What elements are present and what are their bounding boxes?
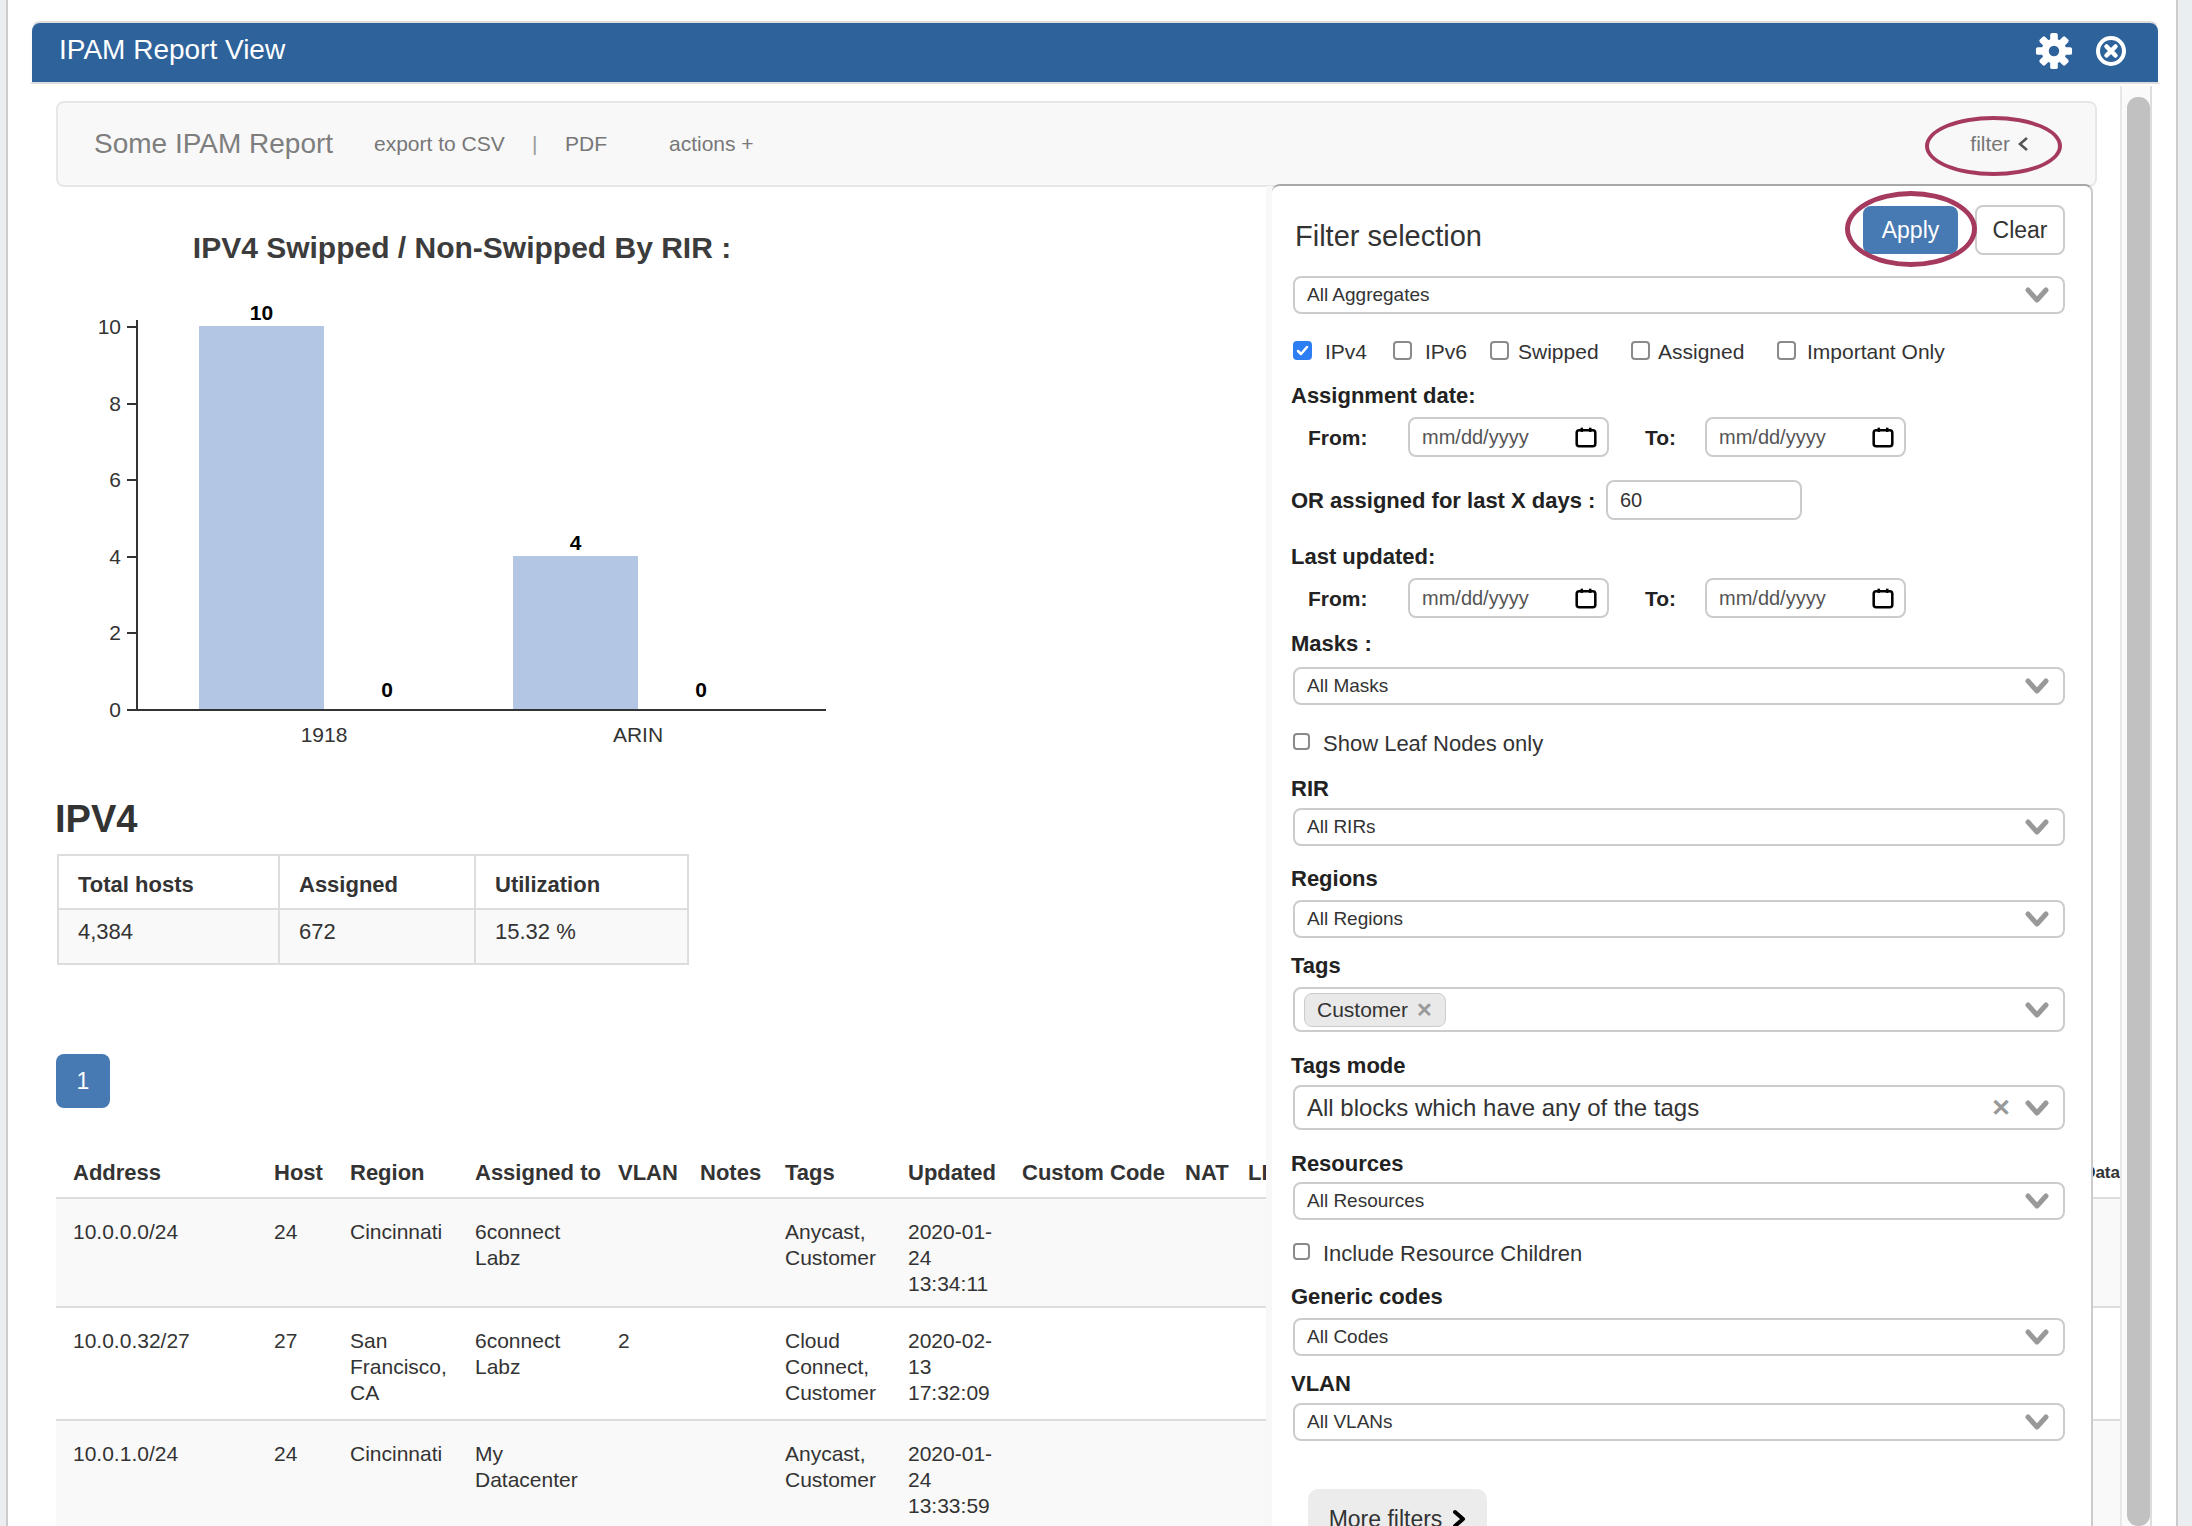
x-category-label: ARIN [578, 723, 698, 747]
y-tick [127, 556, 136, 558]
pagination-page-1[interactable]: 1 [56, 1054, 110, 1108]
y-tick [127, 709, 136, 711]
bar-1918 [199, 326, 324, 709]
y-tick [127, 632, 136, 634]
bar-value-label: 10 [232, 301, 292, 325]
table-cell: 2020-02-13 17:32:09 [908, 1328, 998, 1406]
table-col-Updated: Updated [908, 1160, 996, 1186]
y-tick [127, 403, 136, 405]
table-cell: 2020-01-24 13:34:11 [908, 1219, 998, 1297]
summary-value: 672 [299, 919, 336, 945]
table-col-Tags: Tags [785, 1160, 835, 1186]
y-tick-label: 4 [61, 545, 121, 569]
table-cell: 24 [274, 1441, 340, 1467]
table-col-Region: Region [350, 1160, 425, 1186]
actions-menu[interactable]: actions + [669, 132, 754, 156]
chart-x-axis [136, 709, 826, 711]
window-title: IPAM Report View [59, 34, 285, 66]
y-tick-label: 10 [61, 315, 121, 339]
table-cell: 10.0.0.32/27 [73, 1328, 258, 1354]
window-header: IPAM Report View [30, 21, 2160, 84]
filter-panel [1272, 184, 2093, 1526]
table-cell: Cincinnati [350, 1219, 462, 1245]
table-cell: Cincinnati [350, 1441, 462, 1467]
table-cell: 10.0.1.0/24 [73, 1441, 258, 1467]
pdf-link[interactable]: PDF [565, 132, 607, 156]
y-tick-label: 6 [61, 468, 121, 492]
table-cell: San Francisco, CA [350, 1328, 462, 1406]
chart-y-axis [136, 320, 138, 711]
y-tick-label: 8 [61, 392, 121, 416]
table-cell: 2020-01-24 13:33:59 [908, 1441, 998, 1519]
summary-value: 4,384 [78, 919, 133, 945]
bar-ARIN [513, 556, 638, 709]
summary-value: 15.32 % [495, 919, 576, 945]
table-col-Host: Host [274, 1160, 323, 1186]
x-category-label: 1918 [264, 723, 384, 747]
table-cell: Anycast, Customer [785, 1219, 883, 1271]
table-col-VLAN: VLAN [618, 1160, 678, 1186]
bar-value-label: 4 [546, 531, 606, 555]
table-col-Assigned to: Assigned to [475, 1160, 601, 1186]
table-cell: 6connect Labz [475, 1219, 600, 1271]
export-csv-link[interactable]: export to CSV [374, 132, 505, 156]
y-tick [127, 326, 136, 328]
table-col-NAT: NAT [1185, 1160, 1229, 1186]
table-col-Custom Code: Custom Code [1022, 1160, 1165, 1186]
report-toolbar: Some IPAM Report export to CSV | PDF act… [56, 101, 2097, 187]
apply-annotation-circle [1845, 191, 1977, 267]
table-cell: 27 [274, 1328, 340, 1354]
table-col-Address: Address [73, 1160, 161, 1186]
table-cell: 24 [274, 1219, 340, 1245]
report-title: Some IPAM Report [94, 128, 333, 160]
y-tick-label: 0 [61, 698, 121, 722]
chart-title: IPV4 Swipped / Non-Swipped By RIR : [132, 231, 792, 265]
table-cell: My Datacenter [475, 1441, 600, 1493]
toolbar-separator: | [532, 132, 537, 156]
table-cell: 2 [618, 1328, 688, 1354]
filter-annotation-circle [1925, 116, 2062, 176]
y-tick-label: 2 [61, 621, 121, 645]
zero-value-label: 0 [671, 678, 731, 702]
close-icon[interactable] [2095, 35, 2127, 67]
table-col-Notes: Notes [700, 1160, 761, 1186]
zero-value-label: 0 [357, 678, 417, 702]
table-cell: 10.0.0.0/24 [73, 1219, 258, 1245]
summary-col-header: Assigned [299, 872, 398, 898]
summary-col-header: Total hosts [78, 872, 194, 898]
table-cell: Anycast, Customer [785, 1441, 883, 1493]
page: IPAM Report View [6, 0, 2178, 1526]
summary-col-header: Utilization [495, 872, 600, 898]
table-cell: 6connect Labz [475, 1328, 600, 1380]
ipv4-heading: IPV4 [55, 798, 137, 841]
y-tick [127, 479, 136, 481]
gear-icon[interactable] [2035, 32, 2073, 70]
scrollbar-thumb[interactable] [2127, 97, 2150, 1526]
table-cell: Cloud Connect, Customer [785, 1328, 883, 1406]
